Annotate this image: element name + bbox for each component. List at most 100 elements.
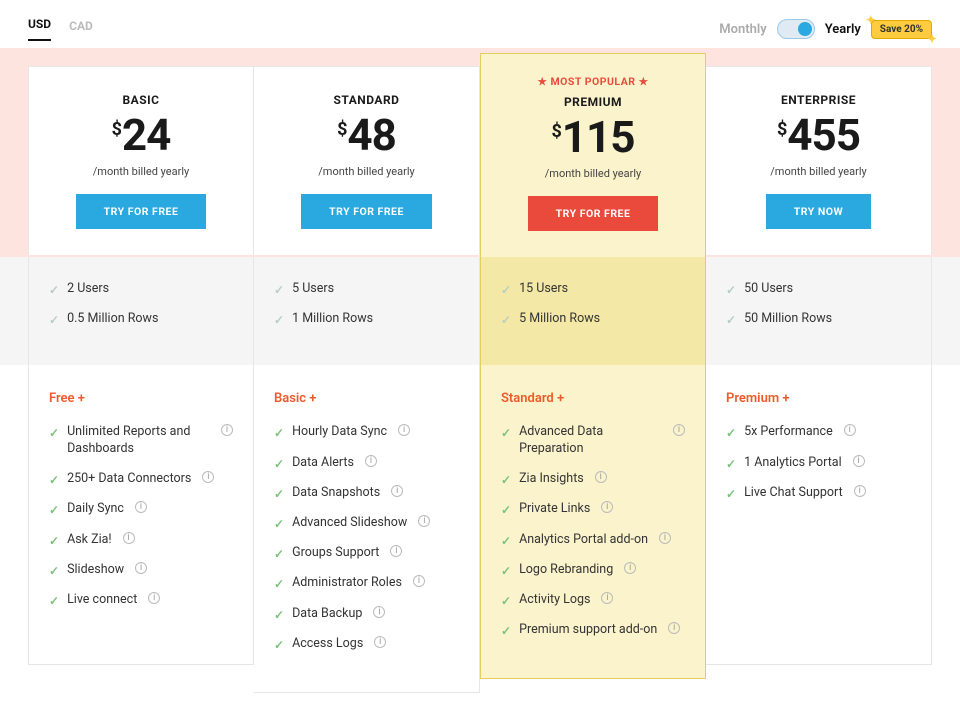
plan-card-premium: ★ MOST POPULAR ★PREMIUM$115/month billed… [480, 66, 706, 257]
feature-item: ✓Administrator Roles i [274, 575, 459, 592]
currency-symbol: $ [777, 119, 787, 140]
save-badge-text: Save 20% [880, 24, 923, 35]
check-icon: ✓ [274, 282, 284, 298]
usage-block: ✓ 2 Users ✓0.5 Million Rows [28, 257, 254, 365]
feature-item: ✓ Live connect i [49, 592, 233, 609]
info-icon[interactable]: i [673, 424, 685, 436]
feature-text: Unlimited Reports and Dashboards [67, 424, 210, 458]
info-icon[interactable]: i [373, 606, 385, 618]
billing-period: /month billed yearly [497, 167, 689, 180]
price-amount: 48 [347, 113, 396, 157]
check-icon: ✓ [726, 486, 736, 502]
feature-item: ✓Data Snapshots i [274, 485, 459, 502]
usage-text: 2 Users [67, 281, 109, 298]
currency-tabs: USD CAD [28, 17, 93, 41]
info-icon[interactable]: i [624, 562, 636, 574]
info-icon[interactable]: i [202, 471, 214, 483]
feature-text: Daily Sync [67, 501, 124, 518]
usage-item: ✓50 Users [726, 281, 911, 298]
feature-text: Activity Logs [519, 592, 590, 609]
info-icon[interactable]: i [398, 424, 410, 436]
check-icon: ✓ [501, 282, 511, 298]
check-icon: ✓ [274, 546, 284, 562]
check-icon: ✓ [274, 637, 284, 653]
feature-item: ✓Premium support add-on i [501, 622, 685, 639]
info-icon[interactable]: i [413, 575, 425, 587]
check-icon: ✓ [49, 593, 59, 609]
feature-text: Live connect [67, 592, 137, 609]
usage-item: ✓0.5 Million Rows [49, 311, 233, 328]
price: $115 [497, 115, 689, 159]
info-icon[interactable]: i [854, 485, 866, 497]
info-icon[interactable]: i [135, 501, 147, 513]
info-icon[interactable]: i [844, 424, 856, 436]
usage-block: ✓5 Users✓1 Million Rows [254, 257, 480, 365]
check-icon: ✓ [49, 312, 59, 328]
info-icon[interactable]: i [595, 471, 607, 483]
feature-item: ✓Data Backup i [274, 606, 459, 623]
usage-item: ✓5 Users [274, 281, 459, 298]
cta-button[interactable]: TRY FOR FREE [528, 196, 659, 231]
check-icon: ✓ [726, 456, 736, 472]
feature-text: Hourly Data Sync [292, 424, 387, 441]
info-icon[interactable]: i [391, 485, 403, 497]
billing-switch[interactable] [777, 19, 815, 39]
cta-button[interactable]: TRY FOR FREE [301, 194, 432, 229]
features-block: Standard +✓Advanced Data Preparation i✓Z… [480, 365, 706, 679]
plan-name: STANDARD [270, 93, 463, 107]
check-icon: ✓ [274, 607, 284, 623]
features-block: Premium +✓5x Performance i✓1 Analytics P… [706, 365, 932, 665]
inherits-label: Free + [49, 391, 233, 406]
most-popular-tag: ★ MOST POPULAR ★ [481, 75, 705, 88]
cta-button[interactable]: TRY NOW [766, 194, 871, 229]
feature-item: ✓Private Links i [501, 501, 685, 518]
usage-item: ✓50 Million Rows [726, 311, 911, 328]
feature-item: ✓Logo Rebranding i [501, 562, 685, 579]
info-icon[interactable]: i [221, 424, 233, 436]
info-icon[interactable]: i [853, 455, 865, 467]
feature-item: ✓Unlimited Reports and Dashboards i [49, 424, 233, 458]
feature-text: Analytics Portal add-on [519, 532, 648, 549]
feature-item: ✓250+ Data Connectors i [49, 471, 233, 488]
info-icon[interactable]: i [390, 545, 402, 557]
info-icon[interactable]: i [123, 532, 135, 544]
billing-toggle: Monthly Yearly ✦ Save 20% ✦ [719, 19, 932, 39]
info-icon[interactable]: i [148, 592, 160, 604]
feature-text: Private Links [519, 501, 590, 518]
feature-text: 5x Performance [744, 424, 833, 441]
feature-text: Logo Rebranding [519, 562, 613, 579]
info-icon[interactable]: i [365, 455, 377, 467]
save-badge: ✦ Save 20% ✦ [871, 20, 932, 39]
check-icon: ✓ [501, 425, 511, 441]
info-icon[interactable]: i [601, 592, 613, 604]
check-icon: ✓ [501, 312, 511, 328]
check-icon: ✓ [726, 282, 736, 298]
check-icon: ✓ [274, 456, 284, 472]
info-icon[interactable]: i [659, 532, 671, 544]
info-icon[interactable]: i [668, 622, 680, 634]
currency-tab-cad[interactable]: CAD [69, 19, 93, 41]
usage-block: ✓15 Users✓5 Million Rows [480, 257, 706, 365]
feature-item: ✓Daily Sync i [49, 501, 233, 518]
info-icon[interactable]: i [135, 562, 147, 574]
info-icon[interactable]: i [601, 501, 613, 513]
feature-text: 1 Analytics Portal [744, 455, 842, 472]
billing-yearly-label[interactable]: Yearly [825, 22, 861, 37]
sparkle-icon: ✦ [927, 32, 937, 46]
info-icon[interactable]: i [418, 515, 430, 527]
check-icon: ✓ [726, 312, 736, 328]
currency-tab-usd[interactable]: USD [28, 17, 51, 41]
billing-monthly-label[interactable]: Monthly [719, 22, 766, 37]
check-icon: ✓ [726, 425, 736, 441]
plan-card-basic: BASIC$24/month billed yearlyTRY FOR FREE [28, 66, 254, 255]
check-icon: ✓ [274, 425, 284, 441]
sparkle-icon: ✦ [866, 13, 876, 27]
check-icon: ✓ [49, 282, 59, 298]
check-icon: ✓ [274, 486, 284, 502]
feature-item: ✓Data Alerts i [274, 455, 459, 472]
feature-text: Ask Zia! [67, 532, 112, 549]
feature-text: Advanced Slideshow [292, 515, 407, 532]
cta-button[interactable]: TRY FOR FREE [76, 194, 207, 229]
info-icon[interactable]: i [374, 636, 386, 648]
top-bar: USD CAD Monthly Yearly ✦ Save 20% ✦ [0, 0, 960, 48]
